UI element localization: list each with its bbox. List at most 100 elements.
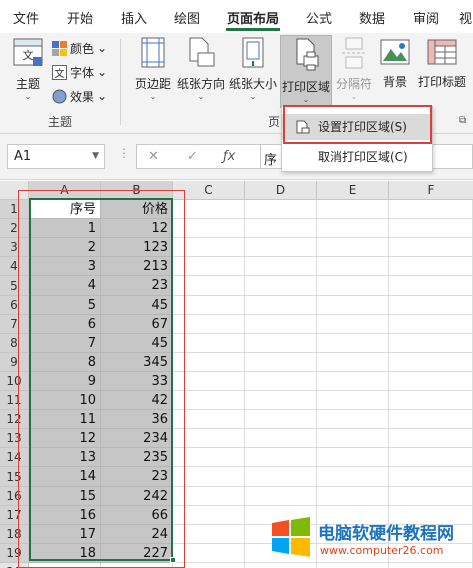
breaks-button[interactable]: 分隔符 ⌄ <box>334 37 374 107</box>
cell-a10[interactable]: 9 <box>29 372 101 391</box>
cell-c14[interactable] <box>173 448 245 467</box>
cell-c20[interactable] <box>173 563 245 568</box>
cell-d5[interactable] <box>245 276 317 296</box>
cell-c17[interactable] <box>173 506 245 525</box>
cell-b3[interactable]: 123 <box>101 238 173 257</box>
print-titles-button[interactable]: 打印标题 <box>416 37 468 107</box>
cell-c11[interactable] <box>173 391 245 410</box>
cell-f7[interactable] <box>389 315 473 334</box>
cell-e4[interactable] <box>317 257 389 276</box>
tab-file[interactable]: 文件 <box>13 8 39 27</box>
cell-b4[interactable]: 213 <box>101 257 173 276</box>
cell-d12[interactable] <box>245 410 317 429</box>
cell-a6[interactable]: 5 <box>29 296 101 315</box>
row-header-13[interactable]: 13 <box>0 429 29 448</box>
cell-b20[interactable] <box>101 563 173 568</box>
dialog-launcher-icon[interactable]: ⧉ <box>459 115 466 126</box>
row-header-19[interactable]: 19 <box>0 544 29 563</box>
cell-a14[interactable]: 13 <box>29 448 101 467</box>
margins-button[interactable]: 页边距 ⌄ <box>131 37 175 107</box>
enter-icon[interactable]: ✓ <box>187 149 198 164</box>
row-header-2[interactable]: 2 <box>0 219 29 238</box>
cell-b10[interactable]: 33 <box>101 372 173 391</box>
cell-e9[interactable] <box>317 353 389 372</box>
cell-d6[interactable] <box>245 296 317 315</box>
row-header-15[interactable]: 15 <box>0 467 29 487</box>
row-header-8[interactable]: 8 <box>0 334 29 353</box>
cell-c1[interactable] <box>173 200 245 219</box>
cell-d1[interactable] <box>245 200 317 219</box>
cell-a7[interactable]: 6 <box>29 315 101 334</box>
themes-button[interactable]: 文 主题 ⌄ <box>8 37 48 107</box>
cell-d7[interactable] <box>245 315 317 334</box>
cell-c15[interactable] <box>173 467 245 487</box>
row-header-11[interactable]: 11 <box>0 391 29 410</box>
cell-c9[interactable] <box>173 353 245 372</box>
cell-c19[interactable] <box>173 544 245 563</box>
select-all-corner[interactable] <box>0 181 29 200</box>
fill-handle[interactable] <box>170 557 176 563</box>
cell-f3[interactable] <box>389 238 473 257</box>
cell-c7[interactable] <box>173 315 245 334</box>
cell-a15[interactable]: 14 <box>29 467 101 487</box>
cell-a12[interactable]: 11 <box>29 410 101 429</box>
cancel-icon[interactable]: ✕ <box>148 149 159 164</box>
cell-f1[interactable] <box>389 200 473 219</box>
set-print-area-item[interactable]: 设置打印区域(S) <box>282 114 432 140</box>
cell-d9[interactable] <box>245 353 317 372</box>
cell-b13[interactable]: 234 <box>101 429 173 448</box>
row-header-9[interactable]: 9 <box>0 353 29 372</box>
insert-function-icon[interactable]: ƒx <box>223 149 235 164</box>
cell-a3[interactable]: 2 <box>29 238 101 257</box>
cell-d11[interactable] <box>245 391 317 410</box>
cell-a1[interactable]: 序号 <box>29 200 101 219</box>
cell-b15[interactable]: 23 <box>101 467 173 487</box>
cell-c13[interactable] <box>173 429 245 448</box>
cell-b14[interactable]: 235 <box>101 448 173 467</box>
cell-d4[interactable] <box>245 257 317 276</box>
cell-f9[interactable] <box>389 353 473 372</box>
cell-f11[interactable] <box>389 391 473 410</box>
cell-d15[interactable] <box>245 467 317 487</box>
cell-b9[interactable]: 345 <box>101 353 173 372</box>
name-box[interactable]: A1 ▼ <box>7 144 105 169</box>
cell-c5[interactable] <box>173 276 245 296</box>
cell-a16[interactable]: 15 <box>29 487 101 506</box>
row-header-7[interactable]: 7 <box>0 315 29 334</box>
resize-handle-icon[interactable]: ⋮ <box>118 146 130 160</box>
row-header-4[interactable]: 4 <box>0 257 29 276</box>
cell-c3[interactable] <box>173 238 245 257</box>
cell-a19[interactable]: 18 <box>29 544 101 563</box>
cell-d13[interactable] <box>245 429 317 448</box>
cell-e14[interactable] <box>317 448 389 467</box>
cell-e8[interactable] <box>317 334 389 353</box>
column-header-e[interactable]: E <box>317 181 389 200</box>
print-area-button[interactable]: 打印区域 ⌄ <box>280 35 332 108</box>
cell-c8[interactable] <box>173 334 245 353</box>
cell-c16[interactable] <box>173 487 245 506</box>
cell-f14[interactable] <box>389 448 473 467</box>
tab-view-partial[interactable]: 视 <box>459 8 472 27</box>
cell-f10[interactable] <box>389 372 473 391</box>
tab-draw[interactable]: 绘图 <box>174 8 200 27</box>
row-header-6[interactable]: 6 <box>0 296 29 315</box>
cell-c18[interactable] <box>173 525 245 544</box>
cell-e12[interactable] <box>317 410 389 429</box>
cell-d10[interactable] <box>245 372 317 391</box>
row-header-14[interactable]: 14 <box>0 448 29 467</box>
cell-e1[interactable] <box>317 200 389 219</box>
cell-c2[interactable] <box>173 219 245 238</box>
cell-e6[interactable] <box>317 296 389 315</box>
cell-f5[interactable] <box>389 276 473 296</box>
cell-b19[interactable]: 227 <box>101 544 173 563</box>
cell-b2[interactable]: 12 <box>101 219 173 238</box>
row-header-1[interactable]: 1 <box>0 200 29 219</box>
column-header-d[interactable]: D <box>245 181 317 200</box>
column-header-b[interactable]: B <box>101 181 173 200</box>
cell-f16[interactable] <box>389 487 473 506</box>
cell-d3[interactable] <box>245 238 317 257</box>
cell-c10[interactable] <box>173 372 245 391</box>
cell-b1[interactable]: 价格 <box>101 200 173 219</box>
cell-e2[interactable] <box>317 219 389 238</box>
tab-home[interactable]: 开始 <box>67 8 93 27</box>
